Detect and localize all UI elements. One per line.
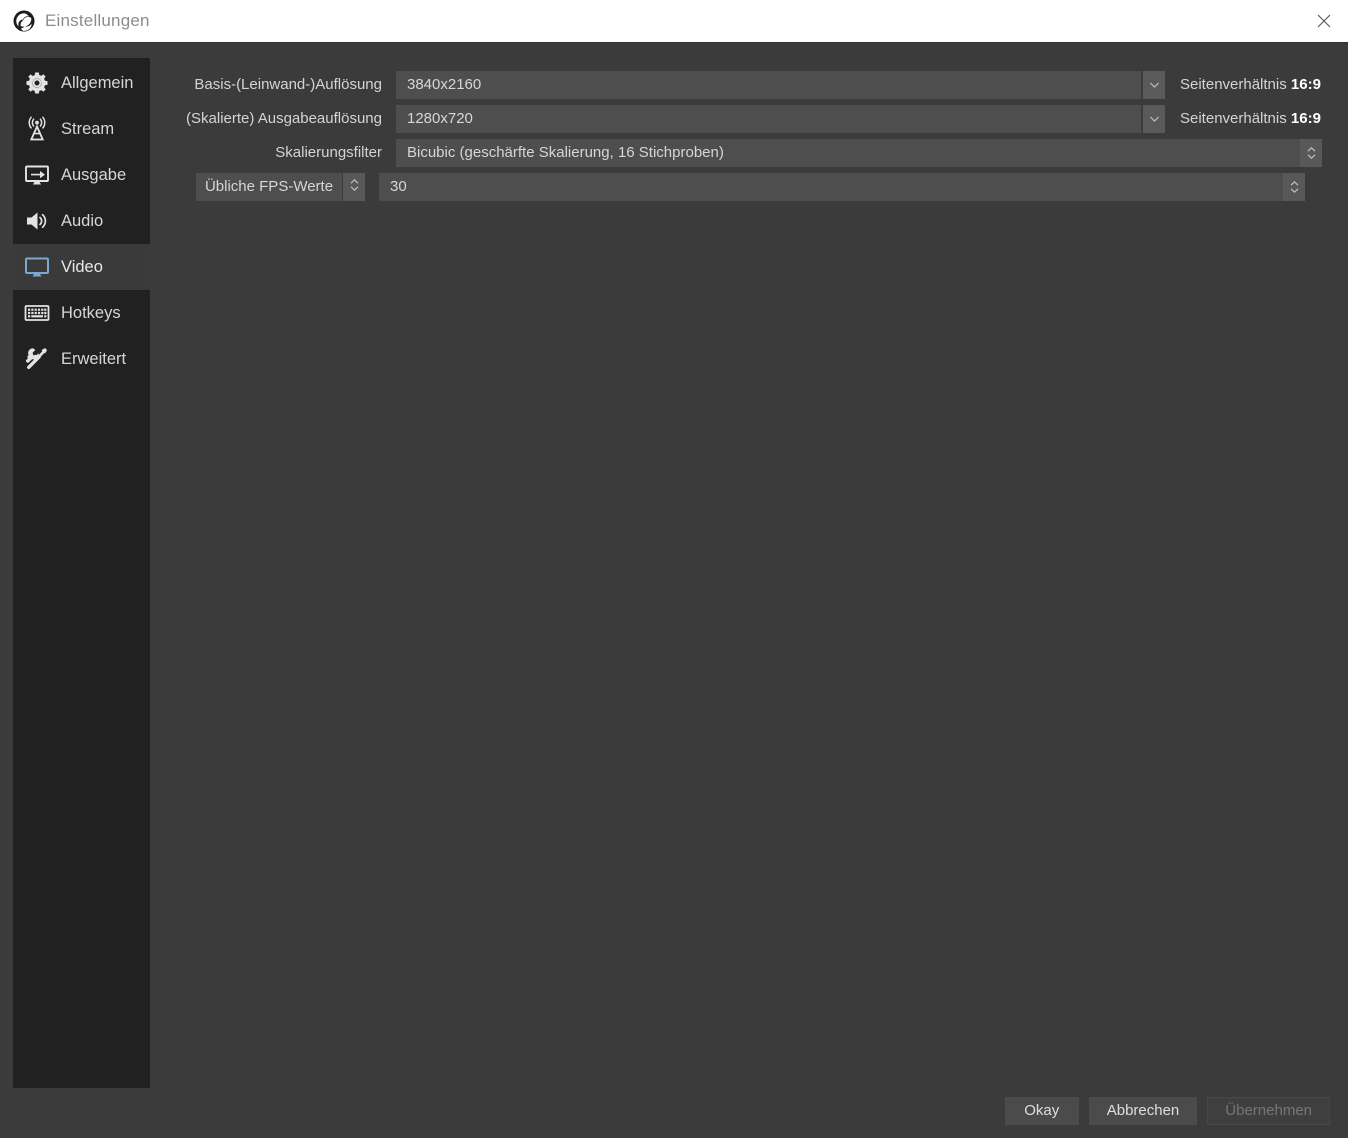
spinner-up-down-icon: [1306, 145, 1317, 161]
settings-dialog: Einstellungen Allgemein: [0, 0, 1348, 1138]
sidebar-item-allgemein[interactable]: Allgemein: [13, 60, 150, 106]
output-resolution-label: (Skalierte) Ausgabeauflösung: [170, 105, 382, 133]
video-settings-form: Basis-(Leinwand-)Auflösung 3840x2160 Sei…: [170, 71, 1330, 207]
base-resolution-value[interactable]: 3840x2160: [396, 71, 1141, 99]
close-icon: [1314, 11, 1334, 31]
dialog-button-bar: Okay Abbrechen Übernehmen: [1005, 1097, 1330, 1125]
base-resolution-dropdown-button[interactable]: [1143, 71, 1165, 99]
tools-icon: [22, 344, 52, 374]
sidebar-item-label: Hotkeys: [61, 304, 121, 323]
spinner-up-down-icon: [1289, 179, 1300, 195]
sidebar-item-audio[interactable]: Audio: [13, 198, 150, 244]
sidebar-item-label: Allgemein: [61, 74, 133, 93]
fps-type-combobox[interactable]: Übliche FPS-Werte: [196, 173, 365, 201]
aspect-label: Seitenverhältnis: [1180, 76, 1287, 93]
downscale-filter-spinner-button[interactable]: [1300, 139, 1322, 167]
aspect-value: 16:9: [1291, 110, 1321, 127]
form-row-base-resolution: Basis-(Leinwand-)Auflösung 3840x2160 Sei…: [170, 71, 1330, 99]
title-bar: Einstellungen: [0, 0, 1348, 42]
monitor-icon: [22, 252, 52, 282]
speaker-icon: [22, 206, 52, 236]
output-resolution-dropdown-button[interactable]: [1143, 105, 1165, 133]
close-button[interactable]: [1300, 0, 1348, 42]
output-resolution-value[interactable]: 1280x720: [396, 105, 1141, 133]
output-resolution-control[interactable]: 1280x720 Seitenverhältnis 16:9: [396, 105, 1321, 133]
fps-type-value[interactable]: Übliche FPS-Werte: [196, 173, 342, 201]
form-row-output-resolution: (Skalierte) Ausgabeauflösung 1280x720 Se…: [170, 105, 1330, 133]
sidebar-item-stream[interactable]: Stream: [13, 106, 150, 152]
sidebar-item-label: Ausgabe: [61, 166, 126, 185]
aspect-value: 16:9: [1291, 76, 1321, 93]
fps-row-spacer: [170, 173, 196, 201]
base-resolution-control[interactable]: 3840x2160 Seitenverhältnis 16:9: [396, 71, 1321, 99]
window-title: Einstellungen: [45, 11, 150, 31]
output-monitor-arrow-icon: [22, 160, 52, 190]
settings-sidebar: Allgemein Stream: [13, 58, 150, 1088]
form-row-fps: Übliche FPS-Werte 30: [170, 173, 1330, 201]
sidebar-item-label: Audio: [61, 212, 103, 231]
obs-logo-icon: [13, 10, 35, 32]
cancel-button[interactable]: Abbrechen: [1089, 1097, 1198, 1125]
fps-value-control[interactable]: 30: [379, 173, 1305, 201]
fps-type-spinner-button[interactable]: [343, 173, 365, 201]
form-row-downscale-filter: Skalierungsfilter Bicubic (geschärfte Sk…: [170, 139, 1330, 167]
chevron-down-icon: [1149, 115, 1160, 123]
sidebar-item-hotkeys[interactable]: Hotkeys: [13, 290, 150, 336]
ok-button[interactable]: Okay: [1005, 1097, 1079, 1125]
sidebar-item-video[interactable]: Video: [13, 244, 150, 290]
aspect-label: Seitenverhältnis: [1180, 110, 1287, 127]
gear-icon: [22, 68, 52, 98]
broadcast-icon: [22, 114, 52, 144]
downscale-filter-label: Skalierungsfilter: [170, 139, 382, 167]
sidebar-item-ausgabe[interactable]: Ausgabe: [13, 152, 150, 198]
sidebar-item-erweitert[interactable]: Erweitert: [13, 336, 150, 382]
downscale-filter-control[interactable]: Bicubic (geschärfte Skalierung, 16 Stich…: [396, 139, 1322, 167]
base-resolution-aspect: Seitenverhältnis 16:9: [1180, 71, 1321, 99]
base-resolution-label: Basis-(Leinwand-)Auflösung: [170, 71, 382, 99]
fps-value-spinner-button[interactable]: [1283, 173, 1305, 201]
keyboard-icon: [22, 298, 52, 328]
output-resolution-aspect: Seitenverhältnis 16:9: [1180, 105, 1321, 133]
apply-button: Übernehmen: [1207, 1097, 1330, 1125]
chevron-down-icon: [1149, 81, 1160, 89]
spinner-up-down-icon: [349, 177, 360, 198]
dialog-body: Allgemein Stream: [0, 42, 1348, 1138]
downscale-filter-value[interactable]: Bicubic (geschärfte Skalierung, 16 Stich…: [396, 139, 1300, 167]
sidebar-item-label: Video: [61, 258, 103, 277]
sidebar-item-label: Erweitert: [61, 350, 126, 369]
sidebar-item-label: Stream: [61, 120, 114, 139]
fps-value[interactable]: 30: [379, 173, 1283, 201]
